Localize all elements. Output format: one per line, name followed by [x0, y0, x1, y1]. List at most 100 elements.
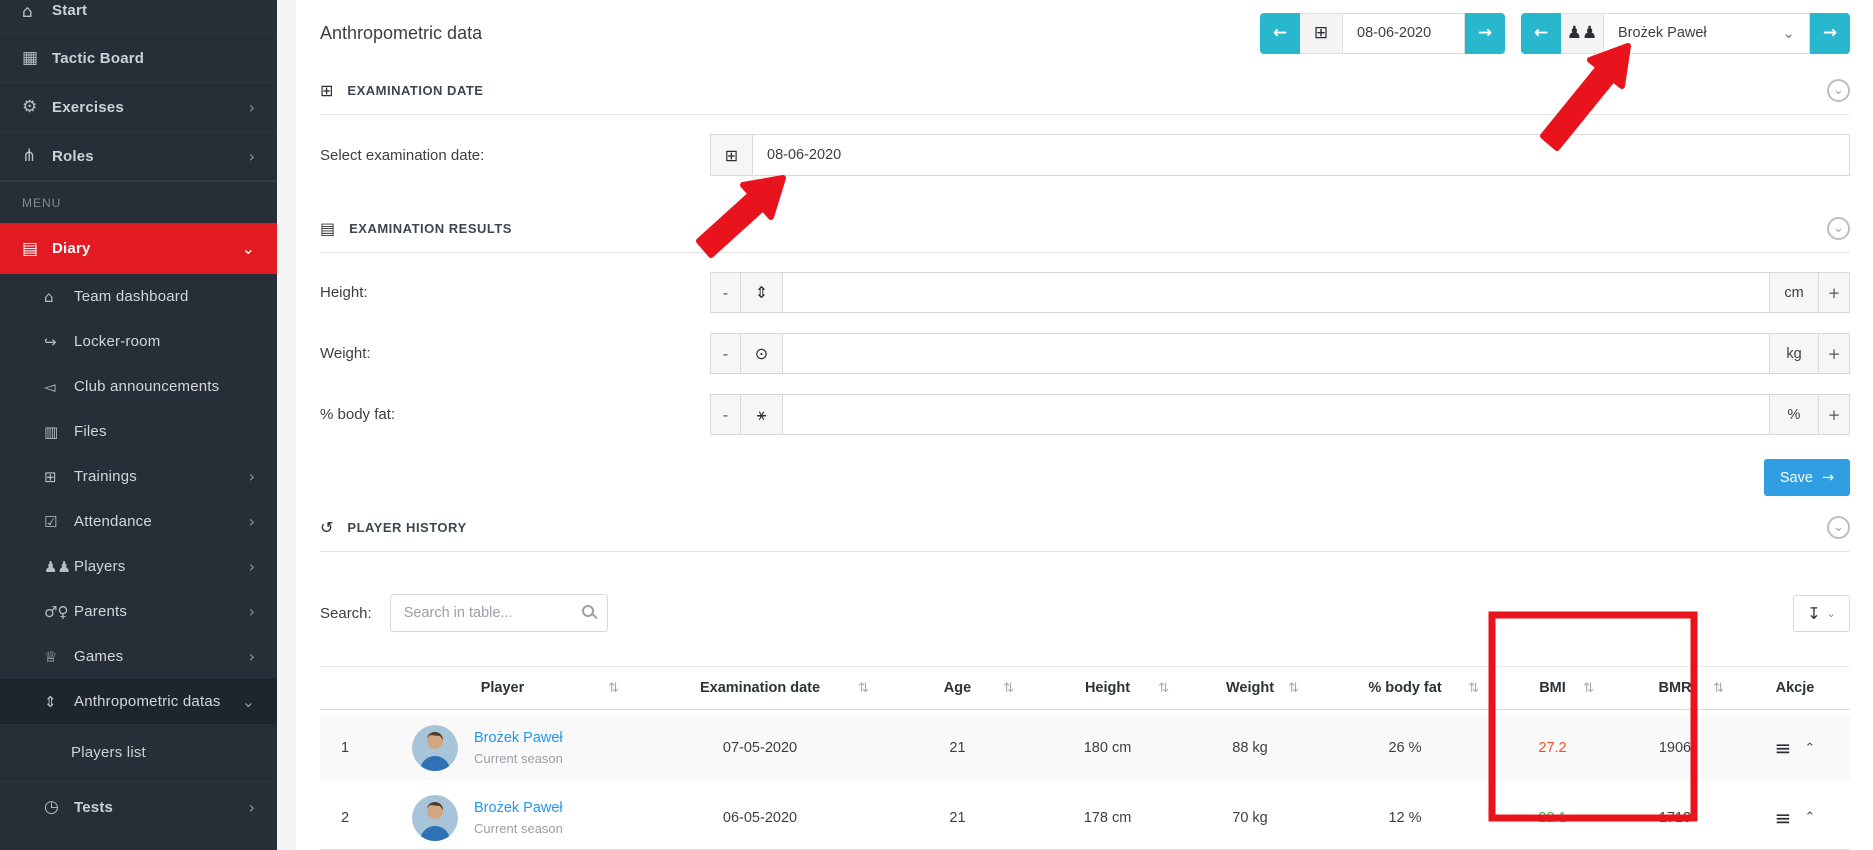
- player-history-section-header: ↺ PLAYER HISTORY ⌄: [320, 516, 1850, 539]
- minus-button[interactable]: -: [710, 272, 741, 313]
- sort-icon[interactable]: ⇅: [1288, 681, 1299, 696]
- player-select[interactable]: Brożek Paweł ⌄: [1604, 13, 1810, 54]
- actions-menu-icon[interactable]: ≡: [1775, 806, 1792, 830]
- export-button[interactable]: ↧ ⌄: [1793, 595, 1850, 632]
- player-cell: Brożek Paweł Current season: [370, 795, 635, 841]
- chevron-down-icon: ⌄: [242, 692, 255, 711]
- sort-icon[interactable]: ⇅: [858, 681, 869, 696]
- sidebar-item-parents[interactable]: ♂♀ Parents ›: [0, 589, 277, 634]
- row-index: 2: [320, 786, 370, 850]
- calendar-icon: ⊞: [320, 81, 333, 100]
- arrow-right-icon: →: [1822, 470, 1834, 486]
- chevron-up-icon[interactable]: ⌃: [1804, 741, 1815, 756]
- actions-menu-icon[interactable]: ≡: [1775, 736, 1792, 760]
- sort-icon[interactable]: ⇅: [1468, 681, 1479, 696]
- sidebar-item-trainings[interactable]: ⊞ Trainings ›: [0, 454, 277, 499]
- sort-icon[interactable]: ⇅: [1713, 681, 1724, 696]
- sort-icon[interactable]: ⇅: [1583, 681, 1594, 696]
- height-measure-icon: ⇕: [741, 272, 783, 313]
- sidebar-item-roles[interactable]: ⋔ Roles ›: [0, 132, 277, 181]
- sidebar-item-exercises[interactable]: ⚙ Exercises ›: [0, 83, 277, 132]
- plus-button[interactable]: +: [1819, 272, 1850, 313]
- sidebar-item-files[interactable]: ▥ Files: [0, 409, 277, 454]
- avatar[interactable]: [412, 795, 458, 841]
- header-height[interactable]: Height⇅: [1030, 666, 1185, 710]
- header-body-fat[interactable]: % body fat⇅: [1315, 666, 1495, 710]
- sidebar-item-locker-room[interactable]: ↪ Locker-room: [0, 319, 277, 364]
- chevron-down-icon: ⌄: [1833, 520, 1844, 535]
- height-input[interactable]: [783, 272, 1770, 313]
- cell-weight: 70 kg: [1185, 786, 1315, 850]
- collapse-section-button[interactable]: ⌄: [1827, 516, 1850, 539]
- minus-button[interactable]: -: [710, 333, 741, 374]
- sidebar-item-team-dashboard[interactable]: ⌂ Team dashboard: [0, 274, 277, 319]
- header-exam-date[interactable]: Examination date⇅: [635, 666, 885, 710]
- minus-button[interactable]: -: [710, 394, 741, 435]
- plus-button[interactable]: +: [1819, 394, 1850, 435]
- sidebar-item-diary[interactable]: ▤ Diary ⌄: [0, 223, 277, 274]
- home-icon: ⌂: [44, 288, 74, 306]
- door-icon: ↪: [44, 333, 74, 351]
- header-bmi[interactable]: BMI⇅: [1495, 666, 1610, 710]
- height-stepper: - ⇕ cm +: [710, 272, 1850, 313]
- header-player[interactable]: Player⇅: [370, 666, 635, 710]
- plus-button[interactable]: +: [1819, 333, 1850, 374]
- prev-player-button[interactable]: ←: [1521, 13, 1561, 54]
- cell-body-fat: 12 %: [1315, 786, 1495, 850]
- body-fat-input[interactable]: [783, 394, 1770, 435]
- prev-date-button[interactable]: ←: [1260, 13, 1300, 54]
- examination-date-input[interactable]: [753, 134, 1850, 176]
- chevron-down-icon: ⌄: [242, 239, 255, 258]
- table-header-row: Player⇅ Examination date⇅ Age⇅ Height⇅ W…: [320, 666, 1850, 710]
- player-season: Current season: [474, 821, 563, 836]
- cell-exam-date: 06-05-2020: [635, 786, 885, 850]
- search-label: Search:: [320, 605, 372, 622]
- row-actions: ≡ ⌃: [1740, 806, 1850, 830]
- row-index: 1: [320, 716, 370, 780]
- chevron-right-icon: ›: [249, 798, 255, 817]
- header-actions: Akcje: [1740, 666, 1850, 710]
- header-bmr[interactable]: BMR⇅: [1610, 666, 1740, 710]
- sidebar-item-players-list[interactable]: Players list: [0, 724, 277, 782]
- sidebar-item-anthropometric-datas[interactable]: ⇕ Anthropometric datas ⌄: [0, 679, 277, 724]
- sidebar-item-tactic-board[interactable]: ▦ Tactic Board: [0, 34, 277, 83]
- player-name-link[interactable]: Brożek Paweł: [474, 800, 563, 816]
- sidebar-item-club-announcements[interactable]: ◅ Club announcements: [0, 364, 277, 409]
- section-divider: [320, 551, 1850, 552]
- clock-icon: ◷: [44, 797, 74, 817]
- date-nav-value[interactable]: 08-06-2020: [1343, 13, 1465, 54]
- calendar-icon[interactable]: ⊞: [1300, 13, 1343, 54]
- section-title: EXAMINATION RESULTS: [349, 221, 512, 236]
- collapse-section-button[interactable]: ⌄: [1827, 217, 1850, 240]
- search-input[interactable]: [390, 594, 608, 632]
- next-date-button[interactable]: →: [1465, 13, 1505, 54]
- collapse-section-button[interactable]: ⌄: [1827, 79, 1850, 102]
- sidebar-item-players[interactable]: ♟♟ Players ›: [0, 544, 277, 589]
- player-name-link[interactable]: Brożek Paweł: [474, 730, 563, 746]
- chevron-up-icon[interactable]: ⌃: [1804, 810, 1815, 825]
- players-icon: ♟♟: [44, 558, 74, 576]
- attendance-icon: ☑: [44, 513, 74, 531]
- next-player-button[interactable]: →: [1810, 13, 1850, 54]
- content-gutter: [277, 0, 296, 850]
- chevron-right-icon: ›: [249, 557, 255, 576]
- sidebar-item-attendance[interactable]: ☑ Attendance ›: [0, 499, 277, 544]
- sidebar-item-start[interactable]: ⌂ Start: [0, 0, 277, 34]
- sort-icon[interactable]: ⇅: [608, 681, 619, 696]
- table-row: 2 Brożek Paweł Current season: [320, 786, 1850, 850]
- avatar[interactable]: [412, 725, 458, 771]
- calendar-icon[interactable]: ⊞: [710, 134, 753, 176]
- body-fat-unit: %: [1770, 394, 1819, 435]
- header-age[interactable]: Age⇅: [885, 666, 1030, 710]
- sort-icon[interactable]: ⇅: [1003, 681, 1014, 696]
- save-button[interactable]: Save →: [1764, 459, 1850, 496]
- weight-stepper: - ⊙ kg +: [710, 333, 1850, 374]
- chevron-right-icon: ›: [249, 98, 255, 117]
- players-icon[interactable]: ♟♟: [1561, 13, 1604, 54]
- sidebar-item-tests[interactable]: ◷ Tests ›: [0, 782, 277, 832]
- header-weight[interactable]: Weight⇅: [1185, 666, 1315, 710]
- sort-icon[interactable]: ⇅: [1158, 681, 1169, 696]
- weight-input[interactable]: [783, 333, 1770, 374]
- page-title: Anthropometric data: [320, 23, 482, 44]
- sidebar-item-games[interactable]: ♕ Games ›: [0, 634, 277, 679]
